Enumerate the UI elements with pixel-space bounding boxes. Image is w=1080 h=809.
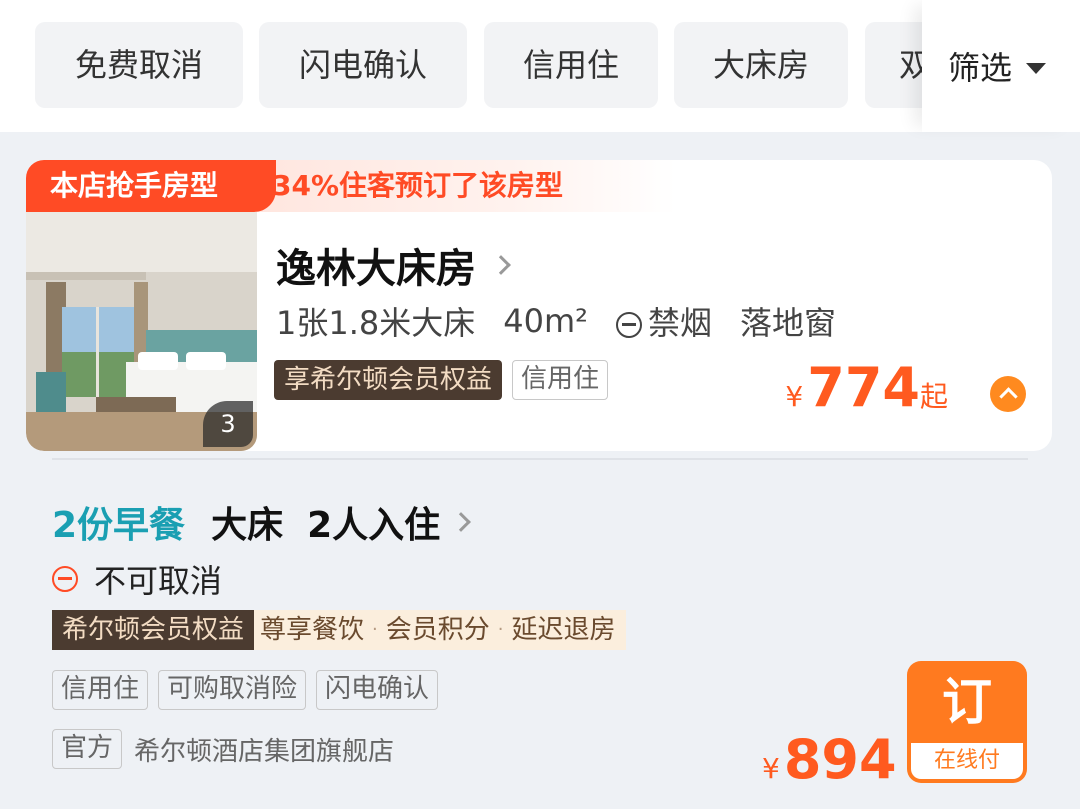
collapse-chevron-up-icon[interactable]: [990, 376, 1026, 412]
separator-dot: ·: [372, 619, 378, 640]
benefit-late-checkout: 延迟退房: [511, 615, 616, 645]
rate-plan-price: ¥ 894: [762, 728, 897, 791]
seller-name: 希尔顿酒店集团旗舰店: [134, 736, 395, 767]
room-price: ¥ 774 起: [785, 356, 948, 419]
breakfast-label: 2份早餐: [52, 505, 186, 546]
price-suffix: 起: [919, 380, 948, 413]
image-count-badge: 3: [203, 401, 253, 447]
official-tag: 官方: [52, 729, 123, 769]
member-benefit-head: 希尔顿会员权益: [52, 610, 255, 650]
room-name-link[interactable]: 逸林大床房: [276, 236, 511, 294]
room-tags: 享希尔顿会员权益 信用住: [274, 360, 609, 400]
chevron-right-icon: [491, 255, 511, 275]
bed-spec: 1张1.8米大床: [276, 304, 476, 342]
smoking-spec: 禁烟: [615, 298, 712, 344]
member-benefit-list: 尊享餐饮 · 会员积分 · 延迟退房: [254, 610, 626, 650]
member-benefit-tag: 享希尔顿会员权益: [274, 360, 503, 400]
filter-bar: 免费取消 闪电确认 信用住 大床房 双 筛选: [0, 0, 1080, 132]
credit-stay-tag: 信用住: [52, 670, 149, 710]
chip-free-cancel[interactable]: 免费取消: [35, 22, 243, 108]
filter-button[interactable]: 筛选: [922, 0, 1080, 132]
benefit-points: 会员积分: [385, 615, 490, 645]
currency-symbol: ¥: [762, 752, 780, 785]
credit-stay-tag: 信用住: [512, 360, 609, 400]
member-benefits[interactable]: 希尔顿会员权益 尊享餐饮 · 会员积分 · 延迟退房: [52, 610, 626, 650]
seller-info: 官方 希尔顿酒店集团旗舰店: [52, 729, 394, 769]
instant-confirm-tag: 闪电确认: [316, 670, 439, 710]
chip-credit-stay[interactable]: 信用住: [484, 22, 658, 108]
caret-down-icon: [1026, 62, 1047, 74]
rate-plan-title[interactable]: 2份早餐 大床 2人入住: [52, 496, 472, 548]
smoking-label: 禁烟: [647, 304, 712, 342]
rate-plan-tags: 信用住 可购取消险 闪电确认: [52, 670, 439, 710]
window-spec: 落地窗: [740, 304, 837, 342]
no-smoking-icon: [615, 312, 642, 338]
price-value: 774: [807, 356, 920, 419]
chevron-right-icon: [451, 512, 472, 532]
chip-instant-confirm[interactable]: 闪电确认: [259, 22, 467, 108]
separator-dot: ·: [497, 619, 504, 640]
filter-label: 筛选: [948, 49, 1013, 87]
chip-king-bed[interactable]: 大床房: [674, 22, 848, 108]
popularity-banner: 34%住客预订了该房型: [256, 160, 676, 212]
cancel-policy-label: 不可取消: [94, 562, 223, 600]
price-value: 894: [783, 728, 897, 791]
currency-symbol: ¥: [785, 380, 804, 413]
room-photo[interactable]: 3: [26, 212, 257, 451]
pay-online-label: 在线付: [911, 743, 1023, 779]
book-label: 订: [942, 673, 992, 731]
book-button[interactable]: 订 在线付: [907, 661, 1027, 783]
minus-circle-icon: [52, 566, 78, 592]
room-card[interactable]: 34%住客预订了该房型 本店抢手房型 3 逸林大床房 1张1.8米大床 40m²: [26, 160, 1052, 451]
hot-room-badge: 本店抢手房型: [26, 160, 276, 212]
bed-type-label: 大床: [211, 505, 284, 546]
cancel-policy[interactable]: 不可取消: [52, 556, 222, 602]
cancel-insurance-tag: 可购取消险: [158, 670, 307, 710]
guest-count-label: 2人入住: [307, 505, 441, 546]
divider: [52, 458, 1028, 460]
room-specs: 1张1.8米大床 40m² 禁烟 落地窗: [276, 298, 864, 344]
area-spec: 40m²: [503, 302, 588, 340]
benefit-dining: 尊享餐饮: [260, 615, 365, 645]
room-name: 逸林大床房: [276, 246, 476, 292]
